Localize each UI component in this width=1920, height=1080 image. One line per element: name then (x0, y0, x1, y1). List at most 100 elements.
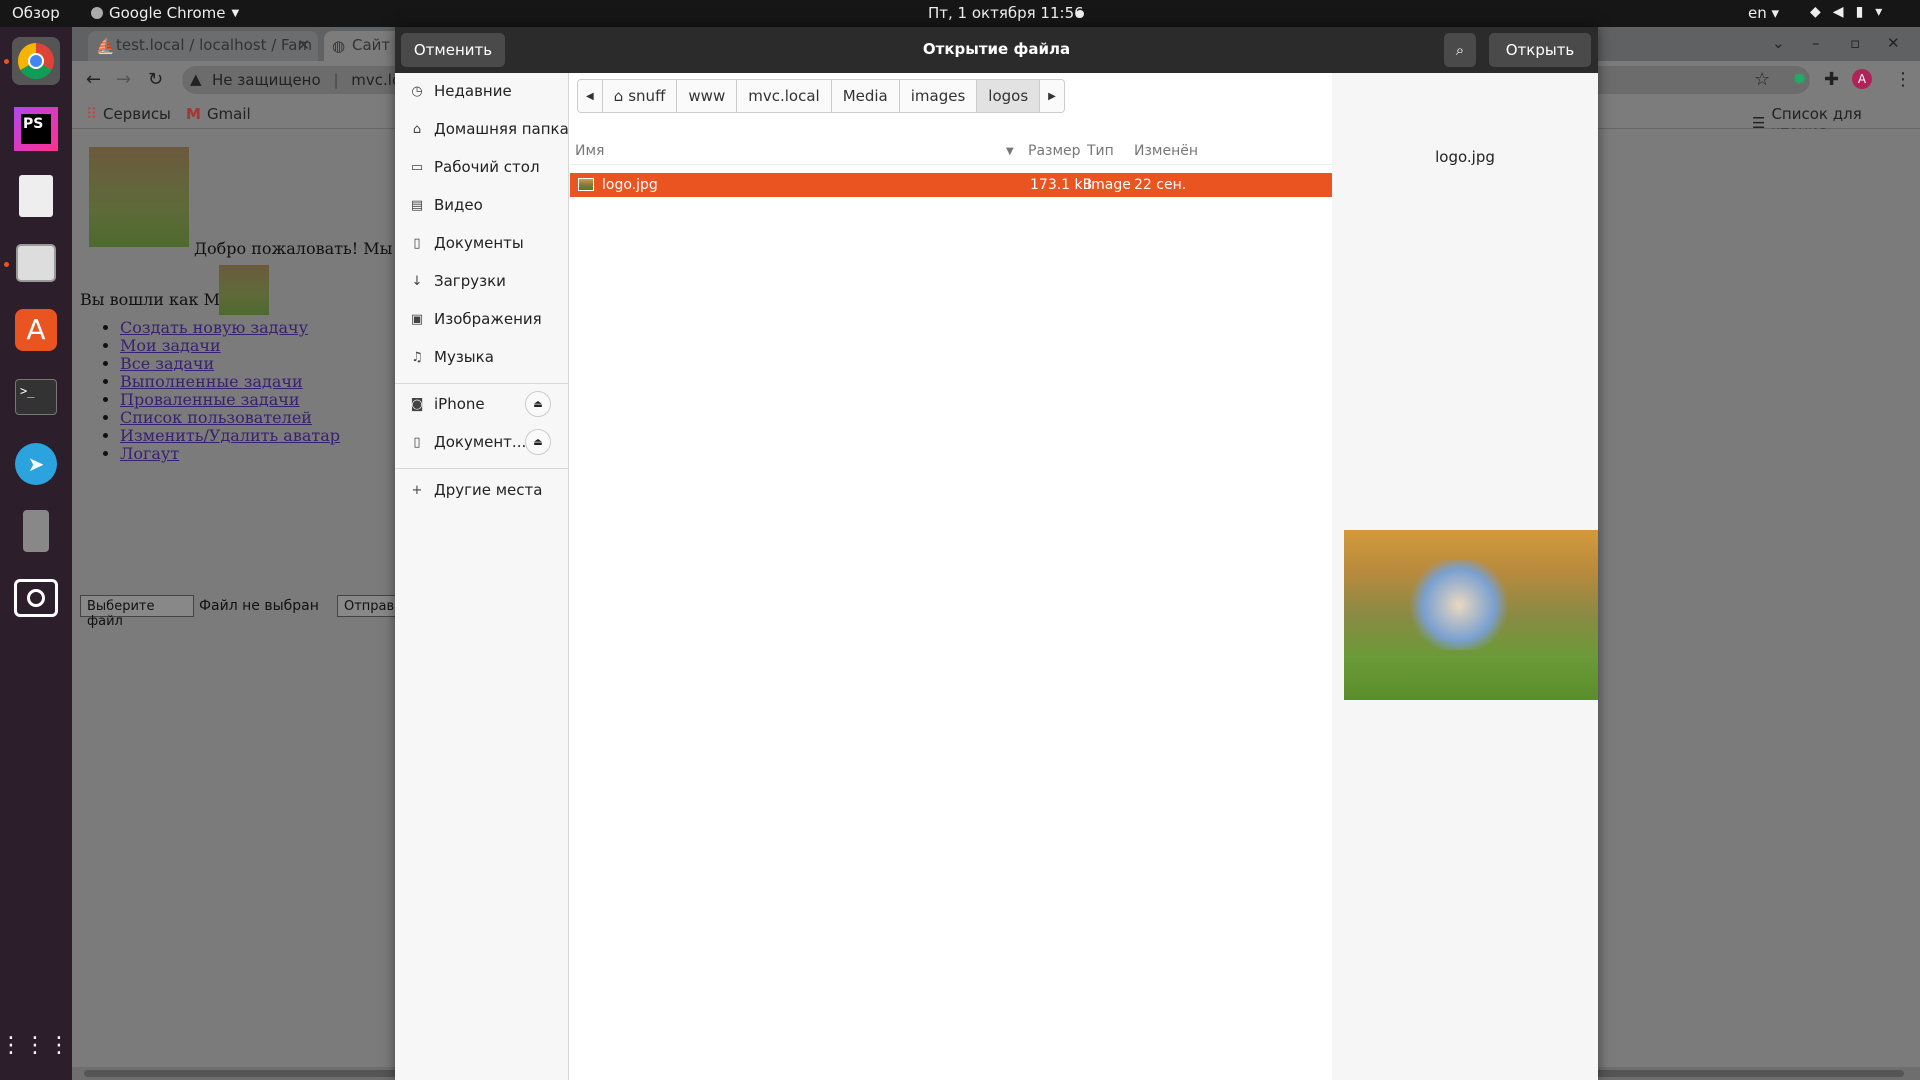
sidebar-item-label: Изображения (434, 310, 542, 328)
column-headers: Имя ▼ Размер Тип Изменён (570, 135, 1332, 165)
puzzle-icon[interactable]: ✚ (1824, 69, 1839, 90)
sort-down-icon: ▼ (1006, 146, 1014, 157)
sidebar-item-label: Рабочий стол (434, 158, 540, 176)
sidebar-item-label: Другие места (434, 481, 543, 499)
tab-search-icon[interactable]: ⌄ (1772, 34, 1785, 52)
menu-link[interactable]: Все задачи (120, 354, 214, 373)
clock[interactable]: Пт, 1 октября 11:56 (928, 4, 1084, 22)
path-crumb[interactable]: images (899, 80, 978, 112)
chevron-right-icon: ▶ (1048, 90, 1056, 102)
choose-file-button[interactable]: Выберите файл (80, 595, 194, 629)
phone-device-icon (23, 510, 49, 552)
open-button[interactable]: Открыть (1489, 33, 1591, 67)
software-launcher[interactable]: A (12, 306, 60, 354)
files-launcher[interactable] (12, 239, 60, 287)
app-menu[interactable]: Google Chrome ▼ (91, 4, 239, 22)
path-crumb-home[interactable]: ⌂ snuff (602, 80, 678, 112)
extension-icon[interactable]: ✹ (1792, 69, 1807, 90)
menu-link[interactable]: Мои задачи (120, 336, 221, 355)
text-editor-launcher[interactable] (12, 172, 60, 220)
security-label: Не защищено (212, 71, 321, 89)
dock: PS A >_ ➤ ⋮⋮⋮ (0, 27, 72, 1080)
menu-icon[interactable]: ⋮ (1894, 69, 1912, 90)
sidebar-item-recent[interactable]: ◷ Недавние (395, 76, 569, 106)
gmail-icon: M (186, 105, 201, 123)
menu-link[interactable]: Создать новую задачу (120, 318, 308, 337)
activities-button[interactable]: Обзор (12, 4, 60, 22)
send-button[interactable]: Отправить (337, 595, 397, 617)
sidebar-item-device-documents[interactable]: ▯ Документ... ⏏ (395, 427, 569, 457)
sidebar-item-home[interactable]: ⌂ Домашняя папка (395, 114, 569, 144)
screenshot-launcher[interactable] (12, 574, 60, 622)
plus-icon: + (411, 482, 423, 498)
table-row[interactable]: logo.jpg 173.1 kB Image 22 сен. (570, 173, 1332, 197)
bookmark-star-icon[interactable]: ☆ (1754, 69, 1770, 90)
sidebar-item-other-locations[interactable]: + Другие места (395, 475, 569, 505)
menu-link[interactable]: Проваленные задачи (120, 390, 300, 409)
path-crumb-current[interactable]: logos (977, 80, 1041, 112)
family-logo-image (89, 147, 189, 247)
maximize-icon[interactable]: ▫ (1850, 34, 1860, 52)
menu-link[interactable]: Выполненные задачи (120, 372, 303, 391)
reload-icon[interactable]: ↻ (148, 69, 163, 90)
terminal-launcher[interactable]: >_ (12, 373, 60, 421)
column-name[interactable]: Имя (575, 143, 604, 159)
path-back-arrow[interactable]: ◀ (578, 80, 603, 112)
home-icon: ⌂ (613, 87, 624, 105)
wifi-icon: ◆ (1810, 4, 1821, 20)
eject-icon[interactable]: ⏏ (525, 391, 551, 417)
menu-link[interactable]: Изменить/Удалить аватар (120, 426, 340, 445)
cancel-button[interactable]: Отменить (401, 33, 505, 67)
path-forward-arrow[interactable]: ▶ (1040, 80, 1064, 112)
preview-image (1344, 530, 1598, 700)
top-bar: Обзор Google Chrome ▼ Пт, 1 октября 11:5… (0, 0, 1920, 27)
path-crumb[interactable]: www (677, 80, 738, 112)
column-size[interactable]: Размер (1028, 143, 1081, 159)
sidebar-item-desktop[interactable]: ▭ Рабочий стол (395, 152, 569, 182)
sidebar-item-label: Домашняя папка (434, 120, 569, 138)
system-tray[interactable]: ◆ ◀ ▮ ▾ (1810, 4, 1882, 20)
back-icon[interactable]: ← (86, 69, 101, 90)
image-file-icon (578, 178, 594, 191)
close-icon[interactable]: ✕ (297, 36, 310, 54)
sidebar-item-label: Загрузки (434, 272, 506, 290)
sidebar-item-pictures[interactable]: ▣ Изображения (395, 304, 569, 334)
sidebar-item-music[interactable]: ♫ Музыка (395, 342, 569, 372)
column-type[interactable]: Тип (1087, 143, 1114, 159)
menu-link[interactable]: Список пользователей (120, 408, 312, 427)
show-apps-button[interactable]: ⋮⋮⋮ (0, 1022, 70, 1070)
column-modified[interactable]: Изменён (1134, 143, 1198, 159)
profile-avatar[interactable]: A (1852, 69, 1872, 89)
language-indicator[interactable]: en ▾ (1748, 4, 1779, 22)
path-bar: ◀ ⌂ snuff www mvc.local Media images logo… (577, 79, 1065, 113)
chevron-left-icon: ◀ (586, 90, 594, 102)
path-crumb[interactable]: Media (831, 80, 900, 112)
forward-icon[interactable]: → (116, 69, 131, 90)
eject-icon[interactable]: ⏏ (525, 429, 551, 455)
sidebar-item-label: Недавние (434, 82, 512, 100)
minimize-icon[interactable]: – (1812, 34, 1820, 52)
sidebar-item-iphone[interactable]: ◙ iPhone ⏏ (395, 389, 569, 419)
path-crumb[interactable]: mvc.local (737, 80, 832, 112)
sidebar-item-video[interactable]: ▤ Видео (395, 190, 569, 220)
sidebar-item-label: iPhone (434, 395, 485, 413)
list-item: Все задачи (120, 355, 340, 373)
device-launcher[interactable] (12, 507, 60, 555)
telegram-launcher[interactable]: ➤ (12, 440, 60, 488)
search-button[interactable]: ⌕ (1444, 33, 1476, 67)
sidebar-item-documents[interactable]: ▯ Документы (395, 228, 569, 258)
bookmark-apps[interactable]: ⠿ Сервисы (86, 105, 171, 123)
tab-phpmyadmin[interactable]: ⛵ test.local / localhost / Fam ✕ (88, 31, 318, 61)
active-indicator (4, 59, 9, 64)
phpstorm-launcher[interactable]: PS (12, 105, 60, 153)
chevron-down-icon: ▾ (1875, 4, 1883, 20)
home-icon: ⌂ (412, 121, 422, 137)
bookmark-gmail[interactable]: M Gmail (186, 105, 251, 123)
menu-link[interactable]: Логаут (120, 444, 179, 463)
avatar (219, 265, 269, 315)
sidebar-item-downloads[interactable]: ↓ Загрузки (395, 266, 569, 296)
preview-pane: logo.jpg (1332, 73, 1598, 1080)
chrome-icon (17, 42, 54, 80)
chrome-launcher[interactable] (12, 37, 60, 85)
window-close-icon[interactable]: ✕ (1887, 34, 1900, 52)
